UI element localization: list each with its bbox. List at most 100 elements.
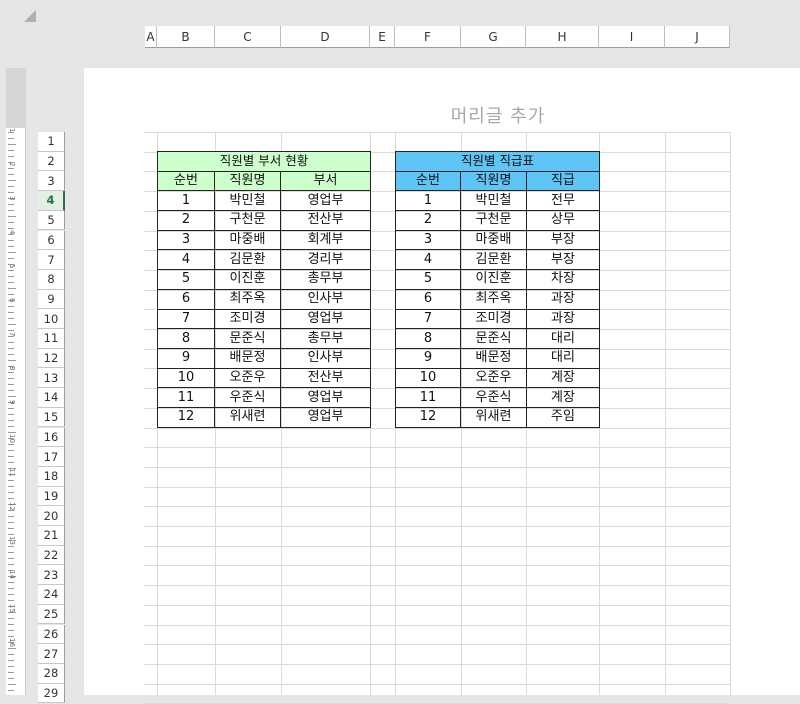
table-cell[interactable]: 구천문: [460, 210, 527, 231]
column-header-h[interactable]: H: [526, 26, 599, 48]
table-cell[interactable]: 경리부: [279, 249, 372, 271]
row-header-29[interactable]: 29: [38, 683, 65, 704]
row-header-13[interactable]: 13: [38, 368, 65, 389]
row-header-26[interactable]: 26: [38, 624, 65, 645]
row-header-28[interactable]: 28: [38, 663, 65, 684]
table-cell[interactable]: 2: [395, 210, 461, 231]
table-cell[interactable]: 7: [157, 308, 215, 330]
table-cell[interactable]: 부장: [525, 229, 601, 251]
table-cell[interactable]: 8: [157, 328, 215, 349]
row-header-21[interactable]: 21: [38, 526, 65, 546]
table-cell[interactable]: 배문정: [214, 347, 281, 369]
table-cell[interactable]: 10: [395, 367, 461, 389]
table-cell[interactable]: 배문정: [460, 347, 527, 369]
table-cell[interactable]: 최주옥: [460, 288, 527, 310]
table-cell[interactable]: 과장: [525, 308, 601, 330]
table-cell[interactable]: 조미경: [460, 308, 527, 330]
table-cell[interactable]: 이진훈: [214, 269, 281, 290]
table-cell[interactable]: 전산부: [279, 367, 372, 389]
table-cell[interactable]: 문준식: [214, 328, 281, 349]
header-placeholder[interactable]: 머리글 추가: [84, 102, 800, 128]
row-header-2[interactable]: 2: [38, 151, 65, 172]
column-header-d[interactable]: D: [281, 26, 370, 48]
row-header-17[interactable]: 17: [38, 447, 65, 467]
table-cell[interactable]: 마중배: [460, 229, 527, 251]
table-cell[interactable]: 마중배: [214, 229, 281, 251]
column-heading[interactable]: 부서: [279, 170, 372, 192]
table-cell[interactable]: 이진훈: [460, 269, 527, 290]
table-cell[interactable]: 우준식: [214, 387, 281, 408]
table-cell[interactable]: 구천문: [214, 210, 281, 231]
table-cell[interactable]: 9: [157, 347, 215, 369]
table-cell[interactable]: 3: [157, 229, 215, 251]
table-cell[interactable]: 대리: [525, 347, 601, 369]
row-header-15[interactable]: 15: [38, 407, 65, 428]
row-header-11[interactable]: 11: [38, 329, 65, 349]
row-header-5[interactable]: 5: [38, 210, 65, 231]
table-cell[interactable]: 과장: [525, 288, 601, 310]
table-cell[interactable]: 주임: [525, 406, 601, 428]
table-cell[interactable]: 회계부: [279, 229, 372, 251]
table-cell[interactable]: 우준식: [460, 387, 527, 408]
column-heading[interactable]: 순번: [157, 170, 215, 192]
column-header-b[interactable]: B: [157, 26, 215, 48]
table-cell[interactable]: 인사부: [279, 288, 372, 310]
table-cell[interactable]: 10: [157, 367, 215, 389]
column-header-g[interactable]: G: [461, 26, 526, 48]
row-header-4[interactable]: 4: [38, 191, 65, 211]
table-cell[interactable]: 대리: [525, 328, 601, 349]
table-cell[interactable]: 5: [157, 269, 215, 290]
table-cell[interactable]: 박민철: [460, 190, 527, 212]
table-cell[interactable]: 11: [395, 387, 461, 408]
table-cell[interactable]: 위새련: [460, 406, 527, 428]
table-cell[interactable]: 오준우: [214, 367, 281, 389]
select-all-corner[interactable]: [24, 10, 36, 22]
table-cell[interactable]: 영업부: [279, 406, 372, 428]
row-header-24[interactable]: 24: [38, 585, 65, 605]
column-header-f[interactable]: F: [395, 26, 461, 48]
table-cell[interactable]: 8: [395, 328, 461, 349]
table-cell[interactable]: 1: [395, 190, 461, 212]
table-cell[interactable]: 1: [157, 190, 215, 212]
table-cell[interactable]: 4: [157, 249, 215, 271]
table-cell[interactable]: 11: [157, 387, 215, 408]
column-heading[interactable]: 직원명: [460, 170, 527, 192]
row-header-7[interactable]: 7: [38, 250, 65, 270]
column-header-j[interactable]: J: [665, 26, 730, 48]
table-cell[interactable]: 12: [157, 406, 215, 428]
table-title[interactable]: 직원별 부서 현황: [156, 151, 372, 172]
table-cell[interactable]: 위새련: [214, 406, 281, 428]
row-header-27[interactable]: 27: [38, 644, 65, 664]
row-header-9[interactable]: 9: [38, 289, 65, 310]
table-cell[interactable]: 전산부: [279, 210, 372, 231]
table-cell[interactable]: 5: [395, 269, 461, 290]
table-cell[interactable]: 4: [395, 249, 461, 271]
table-cell[interactable]: 6: [157, 288, 215, 310]
row-header-18[interactable]: 18: [38, 466, 65, 487]
table-cell[interactable]: 상무: [525, 210, 601, 231]
table-cell[interactable]: 9: [395, 347, 461, 369]
table-cell[interactable]: 차장: [525, 269, 601, 290]
row-header-25[interactable]: 25: [38, 604, 65, 625]
row-header-3[interactable]: 3: [38, 171, 65, 192]
table-cell[interactable]: 총무부: [279, 328, 372, 349]
table-cell[interactable]: 12: [395, 406, 461, 428]
row-header-23[interactable]: 23: [38, 565, 65, 586]
table-cell[interactable]: 계장: [525, 387, 601, 408]
table-cell[interactable]: 3: [395, 229, 461, 251]
row-header-16[interactable]: 16: [38, 427, 65, 448]
column-header-i[interactable]: I: [599, 26, 665, 48]
column-header-e[interactable]: E: [370, 26, 395, 48]
table-cell[interactable]: 2: [157, 210, 215, 231]
table-cell[interactable]: 영업부: [279, 190, 372, 212]
table-cell[interactable]: 부장: [525, 249, 601, 271]
row-header-14[interactable]: 14: [38, 388, 65, 408]
row-header-10[interactable]: 10: [38, 309, 65, 329]
table-cell[interactable]: 인사부: [279, 347, 372, 369]
row-header-8[interactable]: 8: [38, 269, 65, 290]
row-header-22[interactable]: 22: [38, 545, 65, 566]
table-cell[interactable]: 박민철: [214, 190, 281, 212]
table-cell[interactable]: 7: [395, 308, 461, 330]
table-cell[interactable]: 영업부: [279, 387, 372, 408]
column-header-c[interactable]: C: [215, 26, 281, 48]
